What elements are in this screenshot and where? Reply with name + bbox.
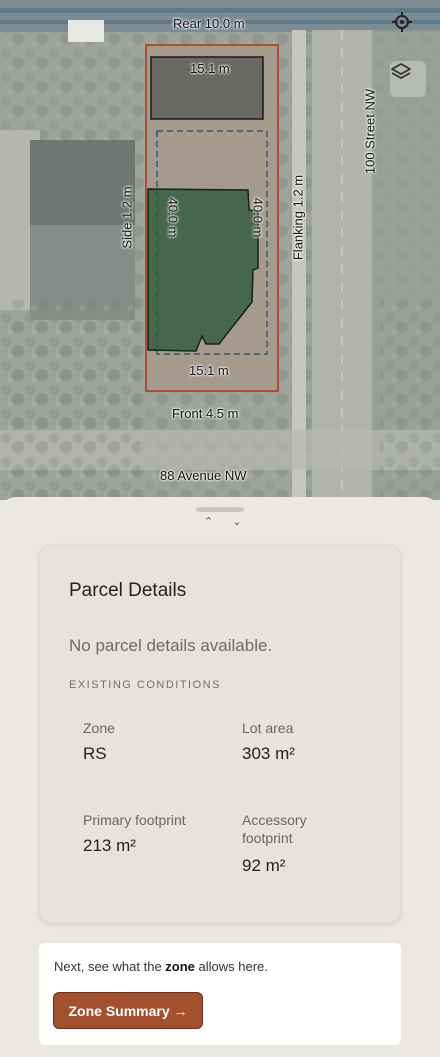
front-setback-label: Front 4.5 m: [172, 406, 239, 421]
expand-chevrons-icon[interactable]: ⌃ ⌄: [204, 515, 250, 528]
lot-width-label: 15.1 m: [189, 363, 229, 378]
lot-area-value: 303 m²: [242, 744, 295, 763]
accessory-width-label: 15.1 m: [190, 61, 230, 76]
next-suffix: allows here.: [194, 959, 268, 974]
accessory-footprint-label: Accessory footprint: [242, 811, 307, 847]
south-street-label: 88 Avenue NW: [160, 468, 247, 483]
flanking-setback-label: Flanking 1.2 m: [290, 174, 306, 261]
map-view[interactable]: Rear 10.0 m 15.1 m Side 1.2 m 40.0 m 40.…: [0, 0, 440, 500]
next-step-text: Next, see what the zone allows here.: [54, 959, 268, 974]
accessory-label-line-2: footprint: [242, 830, 293, 846]
parcel-details-card: Parcel Details No parcel details availab…: [39, 545, 401, 923]
next-prefix: Next, see what the: [54, 959, 166, 974]
rear-setback-label: Rear 10.0 m: [173, 16, 245, 31]
zone-value: RS: [83, 744, 107, 763]
lot-area-label: Lot area: [242, 720, 294, 736]
next-step-panel: Next, see what the zone allows here. Zon…: [39, 943, 401, 1045]
locate-icon: [392, 12, 412, 32]
east-street-label: 100 Street NW: [362, 88, 378, 175]
zone-summary-button[interactable]: Zone Summary →: [53, 992, 203, 1029]
zone-label: Zone: [83, 720, 115, 736]
no-details-message: No parcel details available.: [69, 636, 273, 655]
side-setback-label: Side 1.2 m: [119, 186, 135, 249]
section-heading: EXISTING CONDITIONS: [69, 679, 221, 691]
layers-icon: [391, 63, 411, 79]
primary-depth-right-label: 40.0 m: [250, 197, 266, 238]
locate-button[interactable]: [391, 11, 427, 47]
next-bold: zone: [165, 959, 195, 974]
primary-footprint-value: 213 m²: [83, 836, 136, 855]
primary-footprint-label: Primary footprint: [83, 812, 186, 828]
card-title: Parcel Details: [69, 580, 187, 601]
sheet-drag-handle[interactable]: [196, 507, 244, 512]
accessory-label-line-1: Accessory: [242, 812, 307, 828]
layers-button[interactable]: [390, 61, 426, 97]
primary-depth-label: 40.0 m: [165, 197, 181, 238]
accessory-footprint-value: 92 m²: [242, 856, 286, 875]
bottom-sheet: ⌃ ⌄ Parcel Details No parcel details ava…: [0, 497, 440, 1057]
